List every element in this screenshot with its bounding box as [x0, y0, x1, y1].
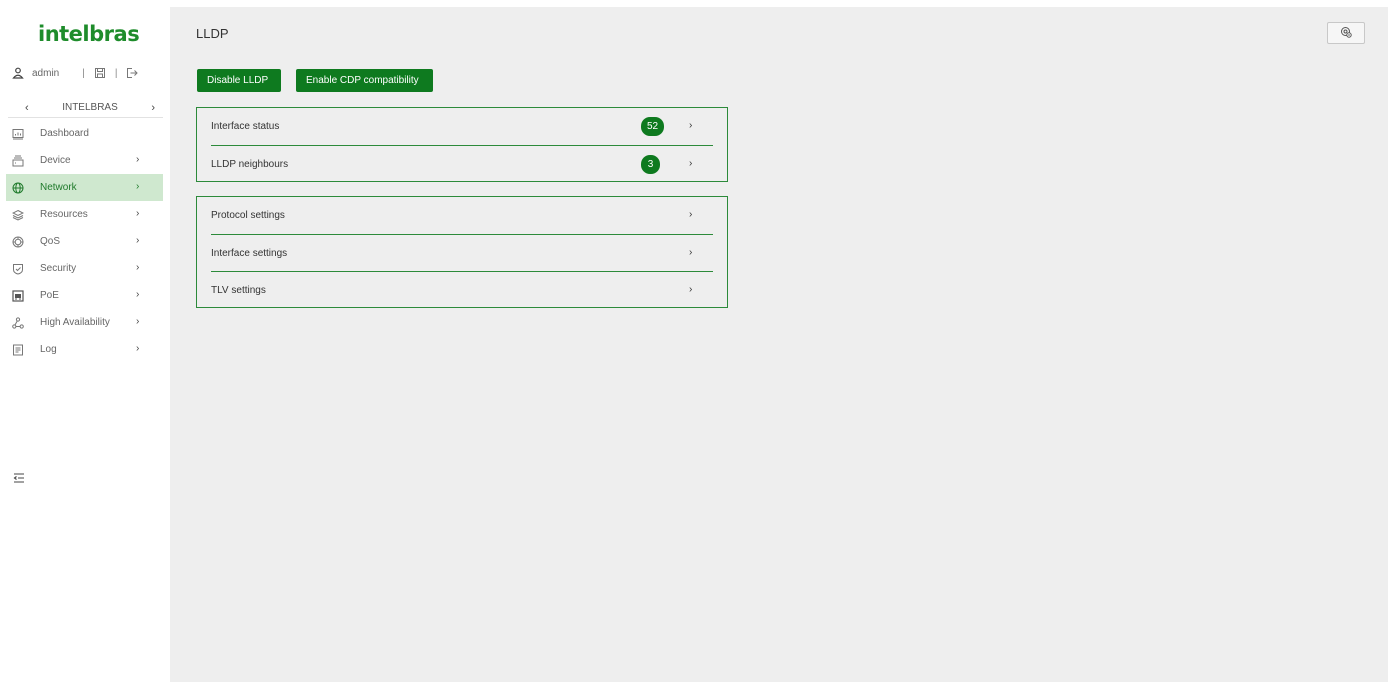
sidebar-item-network[interactable]: Network › [6, 174, 163, 201]
sidebar-item-label: High Availability [40, 317, 110, 328]
cluster-icon [12, 316, 24, 329]
row-label: TLV settings [211, 284, 266, 296]
device-icon [12, 155, 24, 167]
poe-icon [12, 289, 24, 302]
sidebar-item-label: PoE [40, 290, 59, 301]
sidebar-item-device[interactable]: Device › [6, 147, 163, 174]
tlv-settings-row[interactable]: TLV settings › [211, 271, 713, 308]
qos-icon [12, 236, 24, 248]
count-badge: 3 [641, 155, 660, 174]
chevron-right-icon: › [136, 343, 140, 354]
collapse-sidebar-icon[interactable] [13, 472, 25, 487]
lldp-neighbours-row[interactable]: LLDP neighbours 3 › [211, 145, 713, 182]
sidebar-nav: Dashboard Device › Network › Resources › [6, 120, 163, 363]
chevron-right-icon: › [136, 235, 140, 246]
chevron-right-icon: › [689, 158, 693, 169]
intelbras-logo: intelbras [38, 22, 140, 46]
sidebar: intelbras admin | | ‹ INTELBRAS › Dashbo… [0, 0, 170, 682]
divider: | [114, 67, 118, 79]
main-content: LLDP Disable LLDP Enable CDP compatibili… [170, 7, 1388, 682]
username[interactable]: admin [32, 68, 59, 79]
sidebar-item-high-availability[interactable]: High Availability › [6, 309, 163, 336]
disable-lldp-button[interactable]: Disable LLDP [197, 69, 281, 92]
gear-icon [1340, 26, 1352, 41]
settings-panel: Protocol settings › Interface settings ›… [196, 196, 728, 308]
sidebar-item-label: Dashboard [40, 128, 89, 139]
chevron-right-icon: › [689, 284, 693, 295]
chevron-right-icon: › [136, 154, 140, 165]
row-label: Protocol settings [211, 210, 285, 221]
log-icon [12, 344, 24, 356]
sidebar-item-poe[interactable]: PoE › [6, 282, 163, 309]
row-label: Interface status [211, 121, 280, 132]
enable-cdp-button[interactable]: Enable CDP compatibility [296, 69, 433, 92]
sidebar-item-dashboard[interactable]: Dashboard [6, 120, 163, 147]
row-label: Interface settings [211, 247, 288, 259]
chevron-right-icon: › [136, 208, 140, 219]
layers-icon [12, 209, 24, 221]
row-label: LLDP neighbours [211, 158, 289, 170]
page-title: LLDP [196, 26, 229, 41]
chevron-right-icon: › [689, 209, 693, 220]
divider: | [82, 67, 85, 79]
globe-icon [12, 182, 24, 194]
logout-icon[interactable] [126, 67, 139, 79]
org-prev-button[interactable]: ‹ [25, 102, 29, 114]
chevron-right-icon: › [136, 262, 140, 273]
chevron-right-icon: › [689, 120, 693, 131]
sidebar-item-qos[interactable]: QoS › [6, 228, 163, 255]
protocol-settings-row[interactable]: Protocol settings › [211, 197, 713, 234]
dashboard-icon [12, 128, 24, 140]
count-badge: 52 [641, 117, 665, 136]
sidebar-item-label: QoS [40, 236, 61, 247]
sidebar-item-label: Security [40, 263, 77, 274]
org-name: INTELBRAS [62, 102, 118, 113]
sidebar-item-log[interactable]: Log › [6, 336, 163, 363]
sidebar-item-resources[interactable]: Resources › [6, 201, 163, 228]
user-icon [12, 67, 24, 79]
chevron-right-icon: › [136, 181, 140, 192]
status-panel: Interface status 52 › LLDP neighbours 3 … [196, 107, 728, 182]
sidebar-item-label: Log [40, 344, 57, 355]
org-next-button[interactable]: › [151, 102, 155, 114]
sidebar-item-security[interactable]: Security › [6, 255, 163, 282]
sidebar-item-label: Device [40, 155, 71, 166]
sidebar-item-label: Resources [40, 209, 88, 220]
settings-button[interactable] [1327, 22, 1365, 44]
save-icon[interactable] [94, 67, 106, 79]
user-bar: admin | | [12, 66, 139, 80]
interface-settings-row[interactable]: Interface settings › [211, 234, 713, 271]
chevron-right-icon: › [136, 316, 140, 327]
chevron-right-icon: › [136, 289, 140, 300]
interface-status-row[interactable]: Interface status 52 › [211, 108, 713, 145]
shield-icon [12, 263, 24, 275]
sidebar-item-label: Network [40, 182, 77, 193]
organization-switcher: ‹ INTELBRAS › [8, 98, 163, 118]
chevron-right-icon: › [689, 247, 693, 258]
